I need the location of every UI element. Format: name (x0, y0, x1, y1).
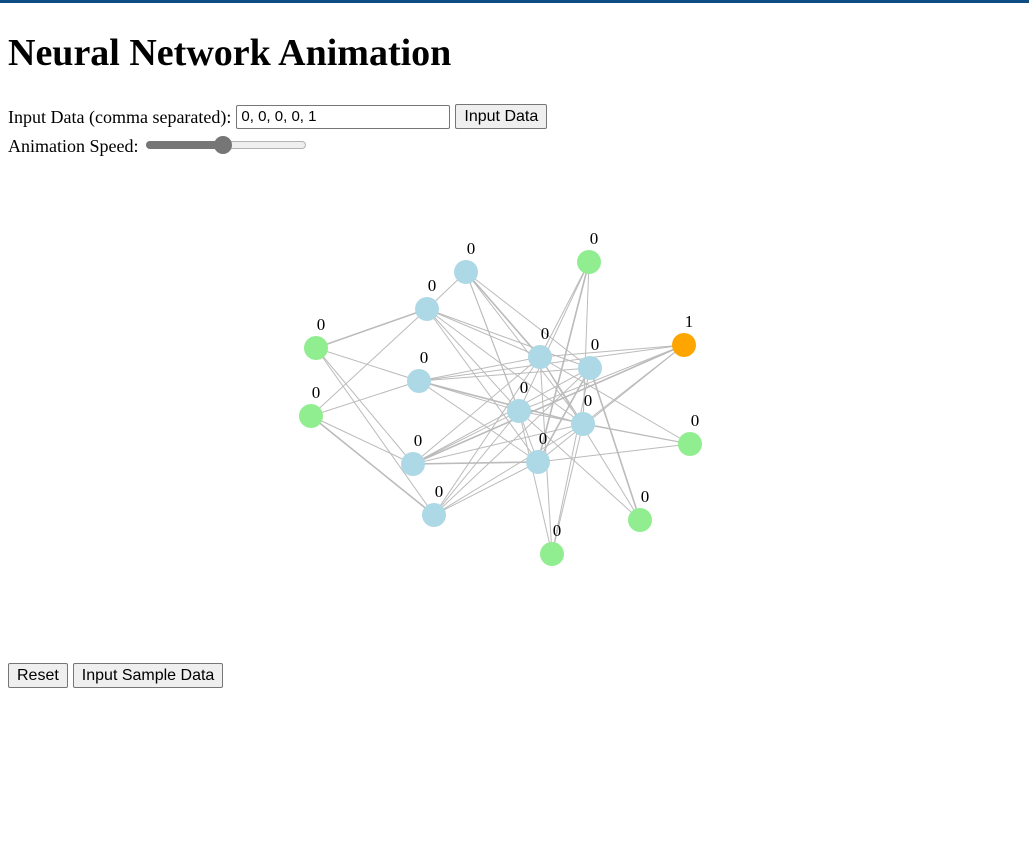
reset-button[interactable]: Reset (8, 663, 68, 688)
network-node-hidden[interactable] (407, 369, 431, 393)
network-node-label: 0 (317, 315, 326, 334)
network-nodes: 0 0 0 0 0 0 0 0 0 0 1 0 0 0 0 0 0 (299, 229, 702, 566)
network-node-hidden[interactable] (454, 260, 478, 284)
network-node-input[interactable] (304, 336, 328, 360)
network-node-hidden[interactable] (415, 297, 439, 321)
bottom-toolbar: Reset Input Sample Data (8, 663, 224, 688)
network-node-label: 0 (520, 378, 529, 397)
network-node-hidden[interactable] (401, 452, 425, 476)
network-node-label: 0 (414, 431, 423, 450)
network-node-input[interactable] (678, 432, 702, 456)
input-sample-data-button[interactable]: Input Sample Data (72, 663, 224, 688)
network-node-label: 0 (539, 429, 548, 448)
network-node-label: 0 (312, 383, 321, 402)
network-link (412, 423, 584, 465)
network-link (418, 367, 591, 382)
network-node-input[interactable] (299, 404, 323, 428)
network-node-hidden[interactable] (422, 503, 446, 527)
network-node-hidden[interactable] (526, 450, 550, 474)
network-link (465, 271, 541, 358)
network-node-label: 0 (591, 335, 600, 354)
network-link (315, 308, 428, 349)
network-link (315, 347, 414, 465)
network-node-label: 0 (691, 411, 700, 430)
network-node-label: 0 (590, 229, 599, 248)
network-link (433, 423, 584, 516)
network-node-label: 1 (685, 312, 694, 331)
network-link (310, 380, 420, 417)
network-node-hidden[interactable] (528, 345, 552, 369)
network-link (537, 344, 685, 463)
network-node-label: 0 (641, 487, 650, 506)
network-link (426, 308, 591, 369)
network-node-label: 0 (428, 276, 437, 295)
network-node-label: 0 (467, 239, 476, 258)
network-node-input[interactable] (577, 250, 601, 274)
network-node-label: 0 (435, 482, 444, 501)
network-node-hidden[interactable] (571, 412, 595, 436)
network-link (582, 423, 691, 445)
network-node-hidden[interactable] (578, 356, 602, 380)
network-node-label: 0 (584, 391, 593, 410)
network-link (537, 443, 691, 463)
network-node-label: 0 (541, 324, 550, 343)
network-link (539, 356, 641, 521)
network-graph: 0 0 0 0 0 0 0 0 0 0 1 0 0 0 0 0 0 (299, 229, 702, 566)
network-node-input[interactable] (540, 542, 564, 566)
network-link (433, 461, 539, 516)
network-node-hidden[interactable] (507, 399, 531, 423)
network-node-active[interactable] (672, 333, 696, 357)
network-node-label: 0 (553, 521, 562, 540)
network-node-label: 0 (420, 348, 429, 367)
network-link (539, 356, 691, 445)
network-node-input[interactable] (628, 508, 652, 532)
